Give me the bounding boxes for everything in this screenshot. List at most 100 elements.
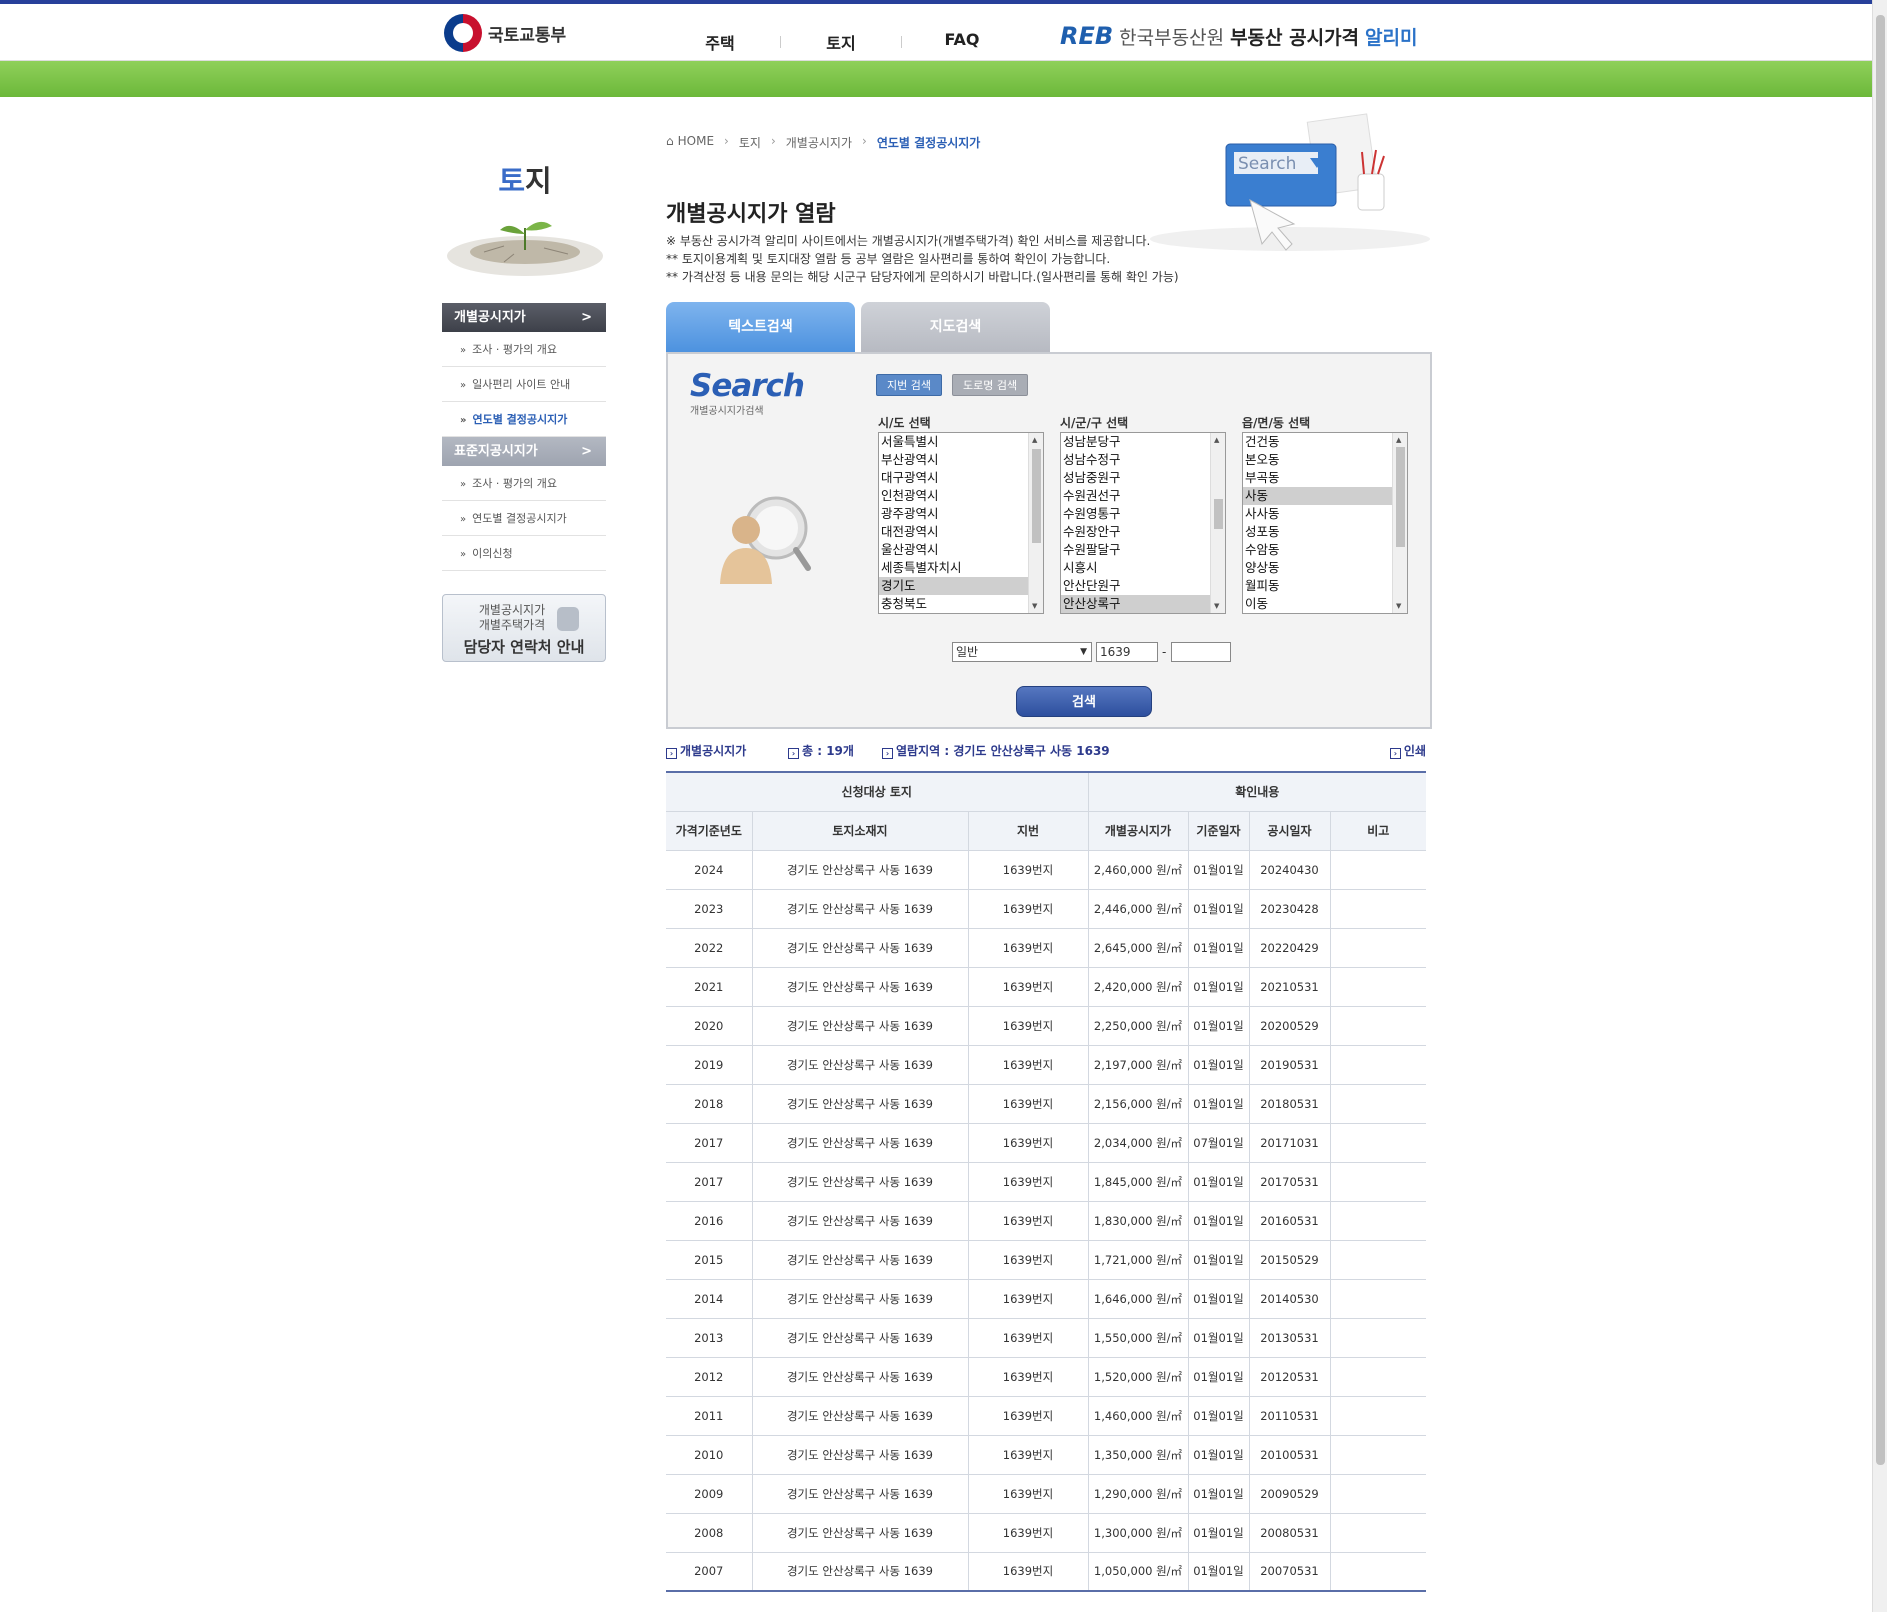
- sub-lot-number-input[interactable]: [1171, 642, 1231, 662]
- ministry-logo[interactable]: 국토교통부: [444, 14, 566, 52]
- sidebar-item-ilsa-guide[interactable]: » 일사편리 사이트 안내: [442, 367, 606, 402]
- contact-banner[interactable]: 개별공시지가 개별주택가격 담당자 연락처 안내: [442, 594, 606, 662]
- sido-option[interactable]: 서울특별시: [879, 433, 1043, 451]
- chevron-right-icon: ›: [862, 134, 867, 148]
- price-result-table: 신청대상 토지 확인내용 가격기준년도 토지소재지 지번 개별공시지가 기준일자…: [666, 771, 1427, 1592]
- scroll-down-icon[interactable]: ▼: [1032, 602, 1037, 610]
- site-header: 국토교통부 주택 토지 FAQ REB 한국부동산원 부동산 공시가격 알리미: [0, 4, 1872, 61]
- cell-year: 2014: [666, 1279, 752, 1319]
- road-name-search-button[interactable]: 도로명 검색: [952, 374, 1029, 396]
- cell-base-date: 01월01일: [1187, 1396, 1249, 1436]
- page-scrollbar[interactable]: [1872, 0, 1887, 1612]
- sido-option[interactable]: 부산광역시: [879, 451, 1043, 469]
- sigungu-option[interactable]: 수원권선구: [1061, 487, 1225, 505]
- sigungu-option-selected[interactable]: 안산상록구: [1061, 595, 1225, 613]
- main-lot-number-input[interactable]: 1639: [1096, 642, 1158, 662]
- dong-listbox[interactable]: 건건동 본오동 부곡동 사동 사사동 성포동 수암동 양상동 월피동 이동 ▲ ▼: [1242, 432, 1408, 614]
- cell-price: 1,520,000 원/㎡: [1087, 1357, 1188, 1397]
- breadcrumb-home[interactable]: HOME: [678, 134, 714, 151]
- cell-announce-date: 20200529: [1248, 1006, 1330, 1046]
- sidebar-item-standard-overview[interactable]: » 조사 · 평가의 개요: [442, 466, 606, 501]
- group-header-confirm: 확인내용: [1087, 771, 1427, 812]
- dong-option[interactable]: 사사동: [1243, 505, 1407, 523]
- sigungu-option[interactable]: 수원영통구: [1061, 505, 1225, 523]
- listbox-scroll-thumb[interactable]: [1214, 499, 1223, 529]
- sido-option-selected[interactable]: 경기도: [879, 577, 1043, 595]
- nav-faq[interactable]: FAQ: [902, 30, 1022, 54]
- page-scrollbar-thumb[interactable]: [1876, 15, 1885, 1465]
- breadcrumb-individual[interactable]: 개별공시지가: [786, 134, 852, 151]
- sigungu-option[interactable]: 안산단원구: [1061, 577, 1225, 595]
- tab-text-search[interactable]: 텍스트검색: [666, 302, 855, 352]
- dong-option-selected[interactable]: 사동: [1243, 487, 1407, 505]
- sigungu-option[interactable]: 성남수정구: [1061, 451, 1225, 469]
- sigungu-option[interactable]: 성남분당구: [1061, 433, 1225, 451]
- person-magnifier-icon: [720, 496, 811, 584]
- scroll-up-icon[interactable]: ▲: [1214, 436, 1219, 444]
- cell-base-date: 01월01일: [1187, 1162, 1249, 1202]
- cell-base-date: 01월01일: [1187, 850, 1249, 890]
- sidebar-group-individual-price[interactable]: 개별공시지가 >: [442, 303, 606, 332]
- search-submit-button[interactable]: 검색: [1016, 686, 1152, 717]
- table-group-header-row: 신청대상 토지 확인내용: [666, 771, 1427, 812]
- sido-option[interactable]: 광주광역시: [879, 505, 1043, 523]
- dong-option[interactable]: 건건동: [1243, 433, 1407, 451]
- scroll-down-icon[interactable]: ▼: [1214, 602, 1219, 610]
- chevron-right-icon: ›: [770, 134, 776, 148]
- sigungu-option[interactable]: 시흥시: [1061, 559, 1225, 577]
- reb-logo[interactable]: REB 한국부동산원 부동산 공시가격 알리미: [1060, 22, 1418, 50]
- sidebar-item-yearly-price[interactable]: » 연도별 결정공시지가: [442, 402, 606, 437]
- ministry-name: 국토교통부: [488, 25, 567, 46]
- sigungu-option[interactable]: 수원팔달구: [1061, 541, 1225, 559]
- cell-note: [1329, 1357, 1427, 1397]
- dong-option[interactable]: 수암동: [1243, 541, 1407, 559]
- scroll-down-icon[interactable]: ▼: [1396, 602, 1401, 610]
- sidebar-item-objection[interactable]: » 이의신청: [442, 536, 606, 571]
- dong-option[interactable]: 월피동: [1243, 577, 1407, 595]
- sigungu-option[interactable]: 성남중원구: [1061, 469, 1225, 487]
- dong-option[interactable]: 양상동: [1243, 559, 1407, 577]
- table-row: 2021 경기도 안산상록구 사동 1639 1639번지 2,420,000 원/㎡…: [666, 967, 1427, 1007]
- nav-housing[interactable]: 주택: [660, 30, 780, 54]
- listbox-scrollbar[interactable]: ▲ ▼: [1392, 433, 1407, 613]
- cell-price: 1,550,000 원/㎡: [1087, 1318, 1188, 1358]
- service-name: 부동산 공시가격: [1230, 26, 1360, 49]
- sido-option[interactable]: 울산광역시: [879, 541, 1043, 559]
- search-logo: Search 개별공시지가검색: [690, 368, 805, 417]
- cell-lot: 1639번지: [967, 1045, 1088, 1085]
- sigungu-listbox[interactable]: 성남분당구 성남수정구 성남중원구 수원권선구 수원영통구 수원장안구 수원팔달…: [1060, 432, 1226, 614]
- jibun-search-button[interactable]: 지번 검색: [876, 374, 942, 396]
- listbox-scroll-thumb[interactable]: [1396, 447, 1405, 547]
- sido-listbox[interactable]: 서울특별시 부산광역시 대구광역시 인천광역시 광주광역시 대전광역시 울산광역…: [878, 432, 1044, 614]
- sido-option[interactable]: 충청북도: [879, 595, 1043, 613]
- lot-type-select[interactable]: 일반 ▼: [952, 642, 1092, 662]
- sidebar-item-survey-overview[interactable]: » 조사 · 평가의 개요: [442, 332, 606, 367]
- tab-map-search[interactable]: 지도검색: [861, 302, 1050, 352]
- cell-note: [1329, 1201, 1427, 1241]
- dong-option[interactable]: 이동: [1243, 595, 1407, 613]
- listbox-scroll-thumb[interactable]: [1032, 449, 1041, 543]
- listbox-scrollbar[interactable]: ▲ ▼: [1210, 433, 1225, 613]
- sigungu-option[interactable]: 수원장안구: [1061, 523, 1225, 541]
- breadcrumb-land[interactable]: 토지: [739, 134, 761, 151]
- cell-lot: 1639번지: [967, 967, 1088, 1007]
- listbox-scrollbar[interactable]: ▲ ▼: [1028, 433, 1043, 613]
- bullet-icon: »: [460, 415, 467, 426]
- sidebar-item-standard-yearly[interactable]: » 연도별 결정공시지가: [442, 501, 606, 536]
- dong-option[interactable]: 부곡동: [1243, 469, 1407, 487]
- dong-option[interactable]: 본오동: [1243, 451, 1407, 469]
- cell-price: 2,446,000 원/㎡: [1087, 889, 1188, 929]
- dong-option[interactable]: 성포동: [1243, 523, 1407, 541]
- sido-option[interactable]: 대구광역시: [879, 469, 1043, 487]
- cell-location: 경기도 안산상록구 사동 1639: [751, 1318, 968, 1358]
- scroll-up-icon[interactable]: ▲: [1396, 436, 1401, 444]
- sidebar-group-standard-price[interactable]: 표준지공시지가 >: [442, 437, 606, 466]
- sido-option[interactable]: 세종특별자치시: [879, 559, 1043, 577]
- sido-option[interactable]: 대전광역시: [879, 523, 1043, 541]
- print-link[interactable]: › 인쇄: [1389, 742, 1426, 759]
- nav-land[interactable]: 토지: [781, 30, 901, 54]
- cell-base-date: 01월01일: [1187, 1045, 1249, 1085]
- scroll-up-icon[interactable]: ▲: [1032, 436, 1037, 444]
- cell-price: 2,197,000 원/㎡: [1087, 1045, 1188, 1085]
- sido-option[interactable]: 인천광역시: [879, 487, 1043, 505]
